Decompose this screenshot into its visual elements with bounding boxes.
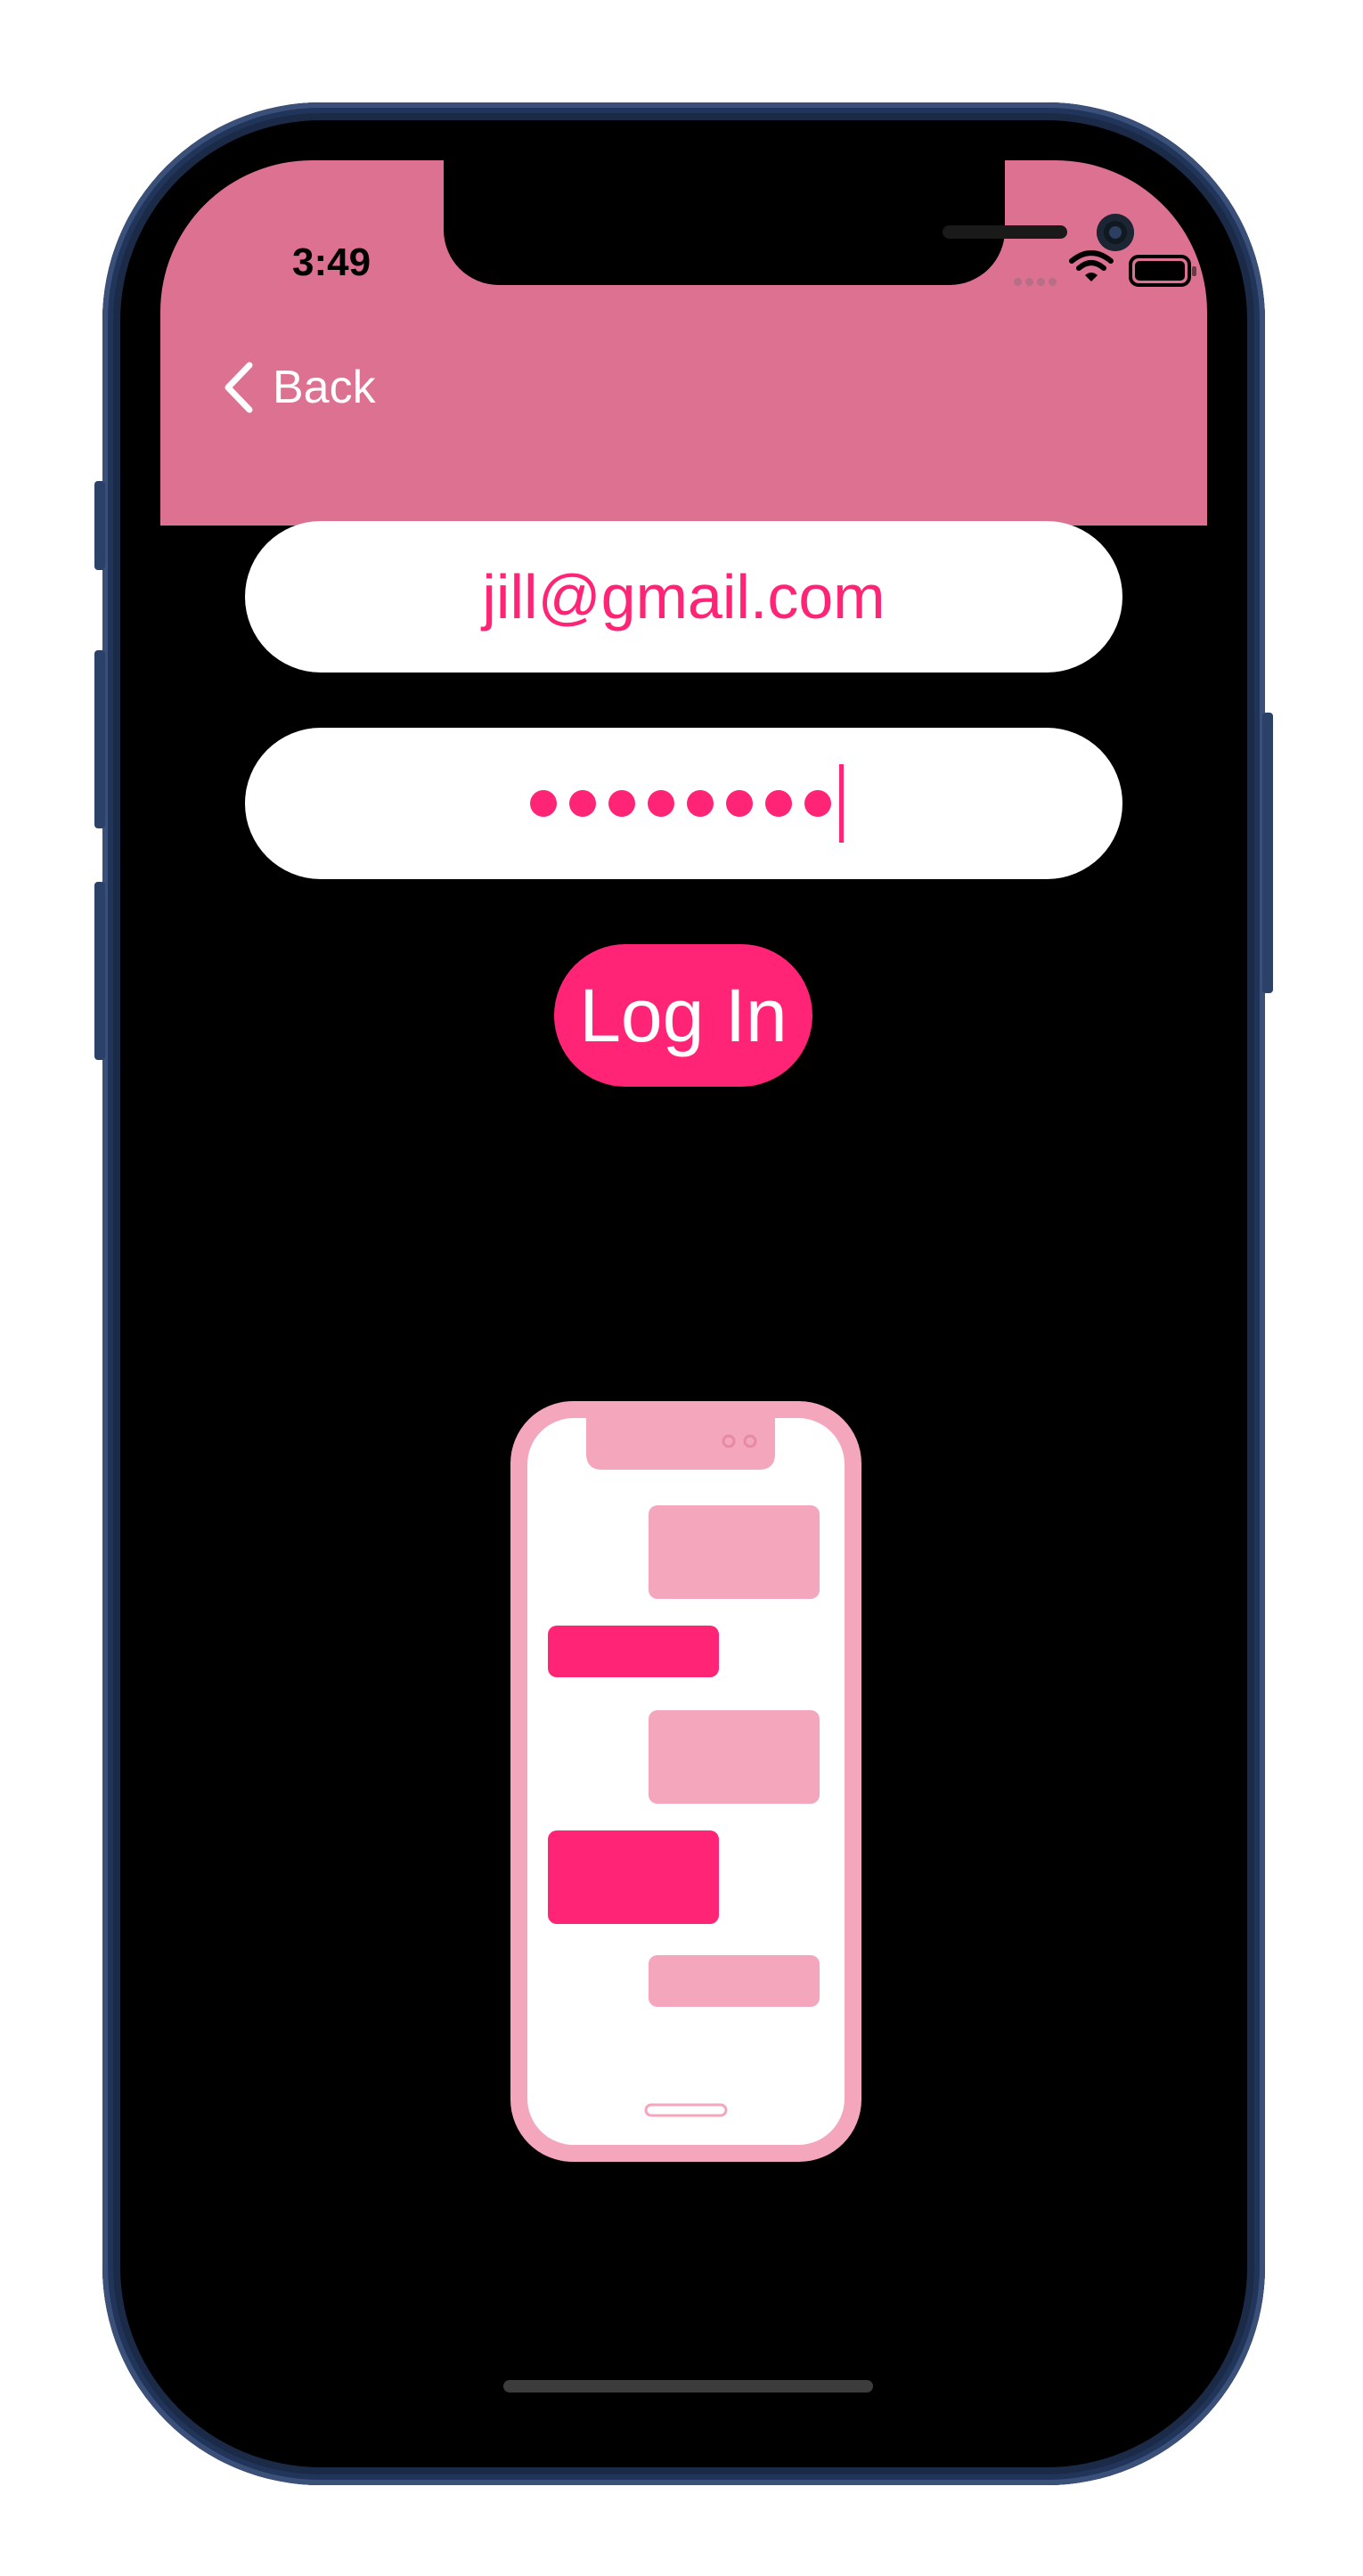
app-screen: 3:49 Back jill@gmail.com Log In <box>120 120 1247 2467</box>
speaker-grille <box>943 225 1067 239</box>
back-label: Back <box>273 362 376 413</box>
email-field[interactable]: jill@gmail.com <box>245 521 1122 673</box>
status-time: 3:49 <box>292 240 371 284</box>
email-value: jill@gmail.com <box>482 562 886 632</box>
mute-switch <box>94 481 105 570</box>
chat-phone-illustration <box>508 1398 864 2168</box>
volume-up-button <box>94 650 105 828</box>
password-dot <box>648 790 674 817</box>
battery-icon <box>1129 254 1200 293</box>
login-button[interactable]: Log In <box>554 944 812 1087</box>
home-indicator[interactable] <box>503 2380 873 2393</box>
password-dot <box>608 790 635 817</box>
power-button <box>1262 713 1273 993</box>
signal-icon <box>1014 273 1060 289</box>
password-dot <box>687 790 714 817</box>
login-label: Log In <box>579 973 788 1057</box>
password-dot <box>726 790 753 817</box>
password-mask <box>524 790 837 817</box>
volume-down-button <box>94 882 105 1060</box>
navigation-header: 3:49 Back <box>160 160 1207 526</box>
password-dot <box>765 790 792 817</box>
password-dot <box>530 790 557 817</box>
front-camera <box>1097 214 1134 251</box>
wifi-icon <box>1069 250 1114 288</box>
password-dot <box>804 790 831 817</box>
back-button[interactable]: Back <box>223 356 376 419</box>
text-cursor <box>839 764 844 843</box>
password-field[interactable] <box>245 728 1122 879</box>
chevron-left-icon <box>224 362 253 413</box>
password-dot <box>569 790 596 817</box>
notch <box>444 160 1134 285</box>
